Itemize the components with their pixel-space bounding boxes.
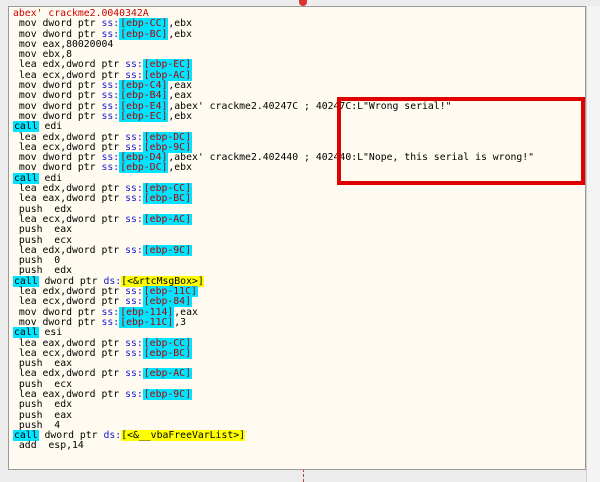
memory-operand: [ebp-114] xyxy=(119,306,175,318)
segment: ss: xyxy=(125,213,143,225)
operand-rest: ,ebx xyxy=(168,110,192,122)
segment: ss: xyxy=(125,193,143,205)
asm-line[interactable]: lea ecx,dword ptr ss:[ebp-AC] xyxy=(13,213,573,225)
memory-operand: [ebp-DC] xyxy=(119,162,169,174)
asm-line[interactable]: mov dword ptr ss:[ebp-EC],ebx xyxy=(13,110,573,122)
asm-line[interactable]: lea edx,dword ptr ss:[ebp-9C] xyxy=(13,244,573,256)
memory-operand: [ebp-BC] xyxy=(142,193,192,205)
memory-operand: [ebp-AC] xyxy=(142,213,192,225)
asm-line[interactable]: mov dword ptr ss:[ebp-DC],ebx xyxy=(13,162,573,174)
asm-line[interactable]: push 0 xyxy=(13,255,573,266)
asm-line[interactable]: lea eax,dword ptr ss:[ebp-BC] xyxy=(13,193,573,205)
operand-rest: ,abex' crackme2.402440 ; 402440:L"Nope, … xyxy=(168,152,535,164)
memory-operand: [ebp-CC] xyxy=(119,18,169,30)
memory-operand: [ebp-AC] xyxy=(142,368,192,380)
asm-line[interactable]: lea edx,dword ptr ss:[ebp-AC] xyxy=(13,368,573,380)
segment: ss: xyxy=(125,347,143,359)
memory-operand: [ebp-BC] xyxy=(119,28,169,40)
memory-operand: [ebp-CC] xyxy=(142,337,192,349)
segment: ss: xyxy=(101,162,120,174)
memory-operand: [ebp-EC] xyxy=(142,59,192,71)
asm-line[interactable]: push edx xyxy=(13,400,573,410)
asm-line[interactable]: push eax xyxy=(13,410,573,421)
memory-operand: [ebp-11C] xyxy=(119,316,175,328)
asm-line[interactable]: call dword ptr ds:[<&__vbaFreeVarList>] xyxy=(13,430,573,442)
disassembly-block[interactable]: abex' crackme2.0040342A mov dword ptr ss… xyxy=(8,6,586,470)
operand-rest: ,abex' crackme2.40247C ; 40247C:L"Wrong … xyxy=(168,100,452,112)
asm-line[interactable]: mov dword ptr ss:[ebp-11C],3 xyxy=(13,316,573,328)
asm-line[interactable]: mov eax,80020004 xyxy=(13,39,573,50)
memory-operand: [ebp-EC] xyxy=(119,110,169,122)
operand-rest: ,3 xyxy=(174,316,187,328)
operand-rest: ,ebx xyxy=(168,162,192,174)
segment: ss: xyxy=(125,368,143,380)
memory-operand: [ebp-9C] xyxy=(142,388,192,400)
segment: ds: xyxy=(103,430,122,442)
operand-rest: ,ebx xyxy=(168,28,192,40)
asm-line[interactable]: push eax xyxy=(13,225,573,235)
mnemonic: add xyxy=(13,440,37,452)
scrollbar[interactable] xyxy=(586,6,600,482)
segment: ss: xyxy=(101,110,120,122)
segment: ss: xyxy=(101,316,120,328)
memory-operand: [ebp-BC] xyxy=(142,347,192,359)
mnemonic: mov xyxy=(13,162,37,174)
asm-line[interactable]: lea eax,dword ptr ss:[ebp-9C] xyxy=(13,388,573,400)
import-label: [<&__vbaFreeVarList>] xyxy=(121,430,246,442)
operand: esp,14 xyxy=(42,440,84,452)
asm-line[interactable]: add esp,14 xyxy=(13,441,573,451)
segment: ss: xyxy=(125,244,143,256)
code-lines: abex' crackme2.0040342A mov dword ptr ss… xyxy=(13,8,573,452)
segment: ss: xyxy=(125,296,143,308)
memory-operand: [ebp-DC] xyxy=(142,131,192,143)
segment: ss: xyxy=(125,388,143,400)
memory-operand: [ebp-9C] xyxy=(142,244,192,256)
memory-operand: [ebp-B4] xyxy=(119,90,169,102)
asm-line[interactable]: lea ecx,dword ptr ss:[ebp-BC] xyxy=(13,347,573,359)
